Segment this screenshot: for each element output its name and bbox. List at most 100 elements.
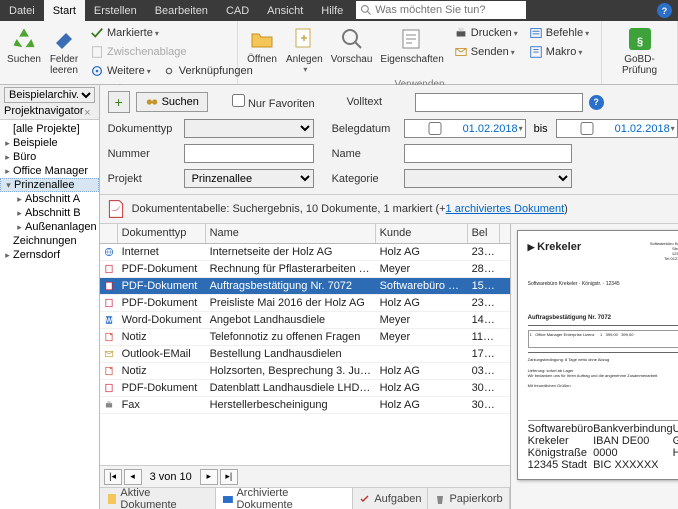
fulltext-help[interactable]: ? [589, 95, 604, 110]
name-input[interactable] [404, 144, 572, 163]
search-icon [360, 4, 372, 16]
menubar: Datei Start Erstellen Bearbeiten CAD Ans… [0, 0, 678, 21]
magnifier-icon [340, 27, 364, 51]
recycle-arrows-icon [11, 26, 37, 52]
table-row[interactable]: PDF-DokumentRechnung für Pflasterarbeite… [100, 261, 510, 278]
favorites-checkbox[interactable] [232, 94, 245, 107]
tree-node[interactable]: ▸Zernsdorf [0, 248, 99, 262]
project-navigator: Beispielarchiv.omsl Projektnavigator× [a… [0, 85, 100, 509]
tree-node[interactable]: ▸Abschnitt B [0, 206, 99, 220]
ribbon-weitere[interactable]: Weitere [87, 62, 153, 80]
paragraph-section-icon: § [627, 26, 653, 52]
ribbon: Suchen Felder leeren Markierte Zwischena… [0, 21, 678, 85]
fulltext-input[interactable] [415, 93, 583, 112]
tab-aufgaben[interactable]: Aufgaben [353, 488, 428, 509]
table-row[interactable]: Outlook-EMailBestellung Landhausdielen17… [100, 346, 510, 363]
ribbon-markierte[interactable]: Markierte [87, 24, 255, 42]
properties-icon [400, 27, 424, 51]
task-icon [359, 493, 371, 505]
table-row[interactable]: WWord-DokumentAngebot LandhausdieleMeyer… [100, 312, 510, 329]
search-panel: + Suchen Nur Favoriten Volltext ? Dokume… [100, 85, 678, 195]
menu-start[interactable]: Start [44, 0, 85, 21]
pager-prev[interactable]: ◂ [124, 469, 142, 485]
ribbon-suchen[interactable]: Suchen [4, 23, 44, 67]
checkmark-icon [90, 26, 104, 40]
tree-node[interactable]: ▸Abschnitt A [0, 192, 99, 206]
result-infobar: Dokumententabelle: Suchergebnis, 10 Doku… [100, 195, 678, 224]
printer-icon [454, 26, 468, 40]
table-row[interactable]: PDF-DokumentAuftragsbestätigung Nr. 7072… [100, 278, 510, 295]
table-row[interactable]: NotizTelefonnotiz zu offenen FragenMeyer… [100, 329, 510, 346]
tellme-search[interactable] [356, 1, 526, 19]
tree-node[interactable]: [alle Projekte] [0, 122, 99, 136]
project-select[interactable]: Prinzenallee [184, 169, 314, 188]
tab-archivierte[interactable]: Archivierte Dokumente [216, 487, 354, 509]
search-button[interactable]: Suchen [136, 92, 208, 112]
tab-aktive[interactable]: Aktive Dokumente [100, 488, 216, 509]
ribbon-felder-leeren[interactable]: Felder leeren [44, 23, 84, 78]
menu-cad[interactable]: CAD [217, 0, 258, 21]
ribbon-senden[interactable]: Senden [451, 43, 520, 61]
col-name[interactable]: Name [206, 224, 376, 243]
number-input[interactable] [184, 144, 314, 163]
table-row[interactable]: FaxHerstellerbescheinigungHolz AG30.06 [100, 397, 510, 414]
archived-link[interactable]: 1 archiviertes Dokument [446, 203, 565, 215]
col-bel[interactable]: Bel [468, 224, 500, 243]
archive-select[interactable]: Beispielarchiv.omsl [4, 87, 95, 103]
pager-next[interactable]: ▸ [200, 469, 218, 485]
ribbon-oeffnen[interactable]: Öffnen [242, 23, 282, 67]
date-to[interactable]: ▾ [556, 119, 678, 138]
grid-pager: |◂ ◂ 3 von 10 ▸ ▸| [100, 465, 510, 487]
tree-node[interactable]: ▸Büro [0, 150, 99, 164]
date-from[interactable]: ▾ [404, 119, 526, 138]
grid-header: Dokumenttyp Name Kunde Bel [100, 224, 510, 244]
svg-text:W: W [105, 318, 112, 325]
pdf-icon [104, 381, 114, 395]
col-dokumenttyp[interactable]: Dokumenttyp [118, 224, 206, 243]
ribbon-makro[interactable]: Makro [526, 43, 591, 61]
table-row[interactable]: InternetInternetseite der Holz AGHolz AG… [100, 244, 510, 261]
fax-icon [104, 398, 114, 412]
doc-icon [106, 493, 118, 505]
menu-datei[interactable]: Datei [0, 0, 44, 21]
tree-node[interactable]: ▸Beispiele [0, 136, 99, 150]
doctype-select[interactable] [184, 119, 314, 138]
ribbon-befehle[interactable]: Befehle [526, 24, 591, 42]
project-tree: [alle Projekte]▸Beispiele▸Büro▸Office Ma… [0, 120, 99, 264]
table-row[interactable]: PDF-DokumentPreisliste Mai 2016 der Holz… [100, 295, 510, 312]
add-search-button[interactable]: + [108, 91, 130, 113]
note-icon [104, 330, 114, 344]
globe-icon [104, 245, 114, 259]
preview-page[interactable]: ▶ Krekeler Softwarebüro KrekelerStraße 1… [517, 230, 678, 480]
binoculars-icon [145, 95, 159, 109]
table-row[interactable]: PDF-DokumentDatenblatt Landhausdiele LHD… [100, 380, 510, 397]
tree-node[interactable]: Zeichnungen [0, 234, 99, 248]
ribbon-anlegen[interactable]: Anlegen [282, 23, 327, 76]
menu-hilfe[interactable]: Hilfe [312, 0, 352, 21]
tab-papierkorb[interactable]: Papierkorb [428, 488, 509, 509]
help-icon[interactable]: ? [657, 0, 672, 21]
ribbon-drucken[interactable]: Drucken [451, 24, 520, 42]
pager-first[interactable]: |◂ [104, 469, 122, 485]
ribbon-eigenschaften[interactable]: Eigenschaften [376, 23, 447, 67]
ribbon-vorschau[interactable]: Vorschau [327, 23, 377, 67]
navigator-title: Projektnavigator [4, 105, 84, 117]
menu-bearbeiten[interactable]: Bearbeiten [146, 0, 217, 21]
clipboard-icon [90, 45, 104, 59]
tellme-input[interactable] [375, 4, 522, 16]
category-select[interactable] [404, 169, 572, 188]
document-preview: ▶ Krekeler Softwarebüro KrekelerStraße 1… [511, 224, 678, 509]
navigator-close[interactable]: × [84, 107, 90, 119]
tree-node[interactable]: ▸Außenanlagen [0, 220, 99, 234]
document-tabs: Aktive Dokumente Archivierte Dokumente A… [100, 487, 510, 509]
table-row[interactable]: NotizHolzsorten, Besprechung 3. Juli 201… [100, 363, 510, 380]
pager-last[interactable]: ▸| [220, 469, 238, 485]
note-icon [104, 364, 114, 378]
archive-icon [222, 493, 234, 505]
tree-node[interactable]: ▾Prinzenallee [0, 178, 99, 192]
tree-node[interactable]: ▸Office Manager [0, 164, 99, 178]
menu-ansicht[interactable]: Ansicht [258, 0, 312, 21]
col-kunde[interactable]: Kunde [376, 224, 468, 243]
ribbon-gobd[interactable]: §GoBD-Prüfung [606, 23, 673, 78]
menu-erstellen[interactable]: Erstellen [85, 0, 146, 21]
